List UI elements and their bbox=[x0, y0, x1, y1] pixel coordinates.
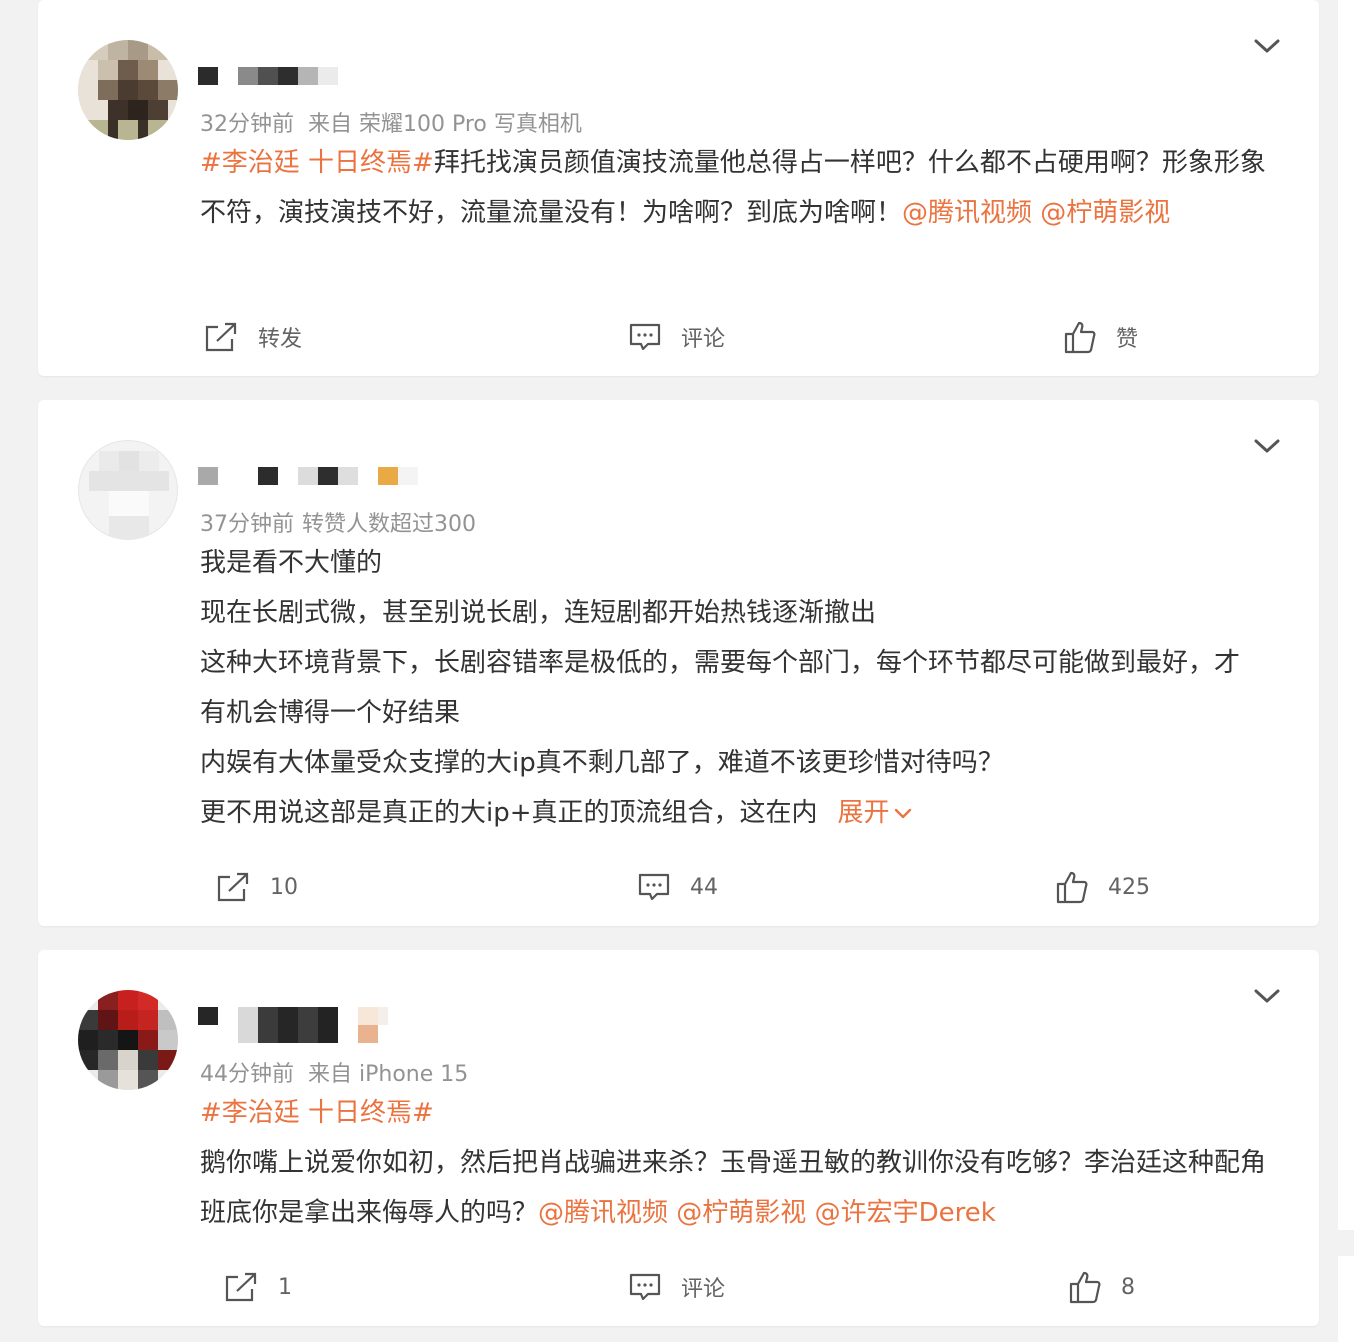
like-icon bbox=[1069, 1271, 1101, 1304]
post-line: 内娱有大体量受众支撑的大ip真不剩几部了，难道不该更珍惜对待吗？ bbox=[200, 748, 1004, 778]
post-source: 来自 荣耀100 Pro 写真相机 bbox=[308, 112, 582, 137]
action-bar: 1 评论 8 bbox=[38, 1267, 1319, 1307]
chevron-down-icon bbox=[894, 808, 911, 819]
comment-icon bbox=[638, 873, 670, 901]
comment-count: 44 bbox=[690, 874, 718, 900]
mention-link[interactable]: @许宏宇Derek bbox=[815, 1198, 996, 1228]
mention-link[interactable]: @腾讯视频 bbox=[902, 198, 1032, 228]
repost-icon bbox=[225, 1272, 257, 1302]
post-line: 现在长剧式微，甚至别说长剧，连短剧都开始热钱逐渐撤出 bbox=[200, 598, 877, 628]
post-time[interactable]: 44分钟前 bbox=[200, 1062, 294, 1087]
post-line-last: 更不用说这部是真正的大ip+真正的顶流组合，这在内 展开 bbox=[200, 788, 1250, 838]
expand-label: 展开 bbox=[837, 798, 890, 828]
repost-label: 转发 bbox=[258, 327, 303, 352]
post-meta: 44分钟前 来自 iPhone 15 bbox=[200, 1056, 482, 1088]
comment-button[interactable]: 44 bbox=[638, 867, 718, 907]
repost-icon bbox=[205, 322, 237, 352]
mention-link[interactable]: @腾讯视频 bbox=[538, 1198, 668, 1228]
post-time[interactable]: 37分钟前 bbox=[200, 512, 294, 537]
chevron-down-icon[interactable] bbox=[1252, 436, 1282, 456]
like-label: 赞 bbox=[1116, 327, 1139, 352]
avatar[interactable] bbox=[78, 990, 178, 1090]
like-button[interactable]: 8 bbox=[1069, 1267, 1135, 1307]
repost-button[interactable]: 1 bbox=[224, 1267, 292, 1307]
repost-icon bbox=[217, 872, 249, 902]
action-bar: 10 44 425 bbox=[38, 867, 1319, 907]
like-button[interactable]: 425 bbox=[1056, 867, 1150, 907]
post-source: 转赞人数超过300 bbox=[302, 512, 476, 537]
post-meta: 37分钟前 转赞人数超过300 bbox=[200, 506, 490, 538]
repost-button[interactable]: 10 bbox=[216, 867, 298, 907]
avatar[interactable] bbox=[78, 40, 178, 140]
repost-button[interactable]: 转发 bbox=[204, 317, 302, 357]
comment-button[interactable]: 评论 bbox=[629, 1267, 725, 1307]
post-line: 这种大环境背景下，长剧容错率是极低的，需要每个部门，每个环节都尽可能做到最好，才… bbox=[200, 648, 1241, 728]
mention-link[interactable]: @柠萌影视 bbox=[676, 1198, 806, 1228]
post-card-2: 37分钟前 转赞人数超过300 我是看不大懂的 现在长剧式微，甚至别说长剧，连短剧… bbox=[38, 400, 1319, 926]
like-count: 425 bbox=[1108, 874, 1150, 900]
post-body: 我是看不大懂的 现在长剧式微，甚至别说长剧，连短剧都开始热钱逐渐撤出 这种大环境… bbox=[200, 538, 1250, 838]
post-line: 更不用说这部是真正的大ip+真正的顶流组合，这在内 bbox=[200, 798, 818, 828]
post-source: 来自 iPhone 15 bbox=[308, 1062, 469, 1087]
action-bar: 转发 评论 赞 bbox=[38, 317, 1319, 357]
post-meta: 32分钟前 来自 荣耀100 Pro 写真相机 bbox=[200, 106, 596, 138]
repost-count: 1 bbox=[278, 1274, 292, 1300]
comment-button[interactable]: 评论 bbox=[629, 317, 725, 357]
post-body: #李治廷 十日终焉# 鹅你嘴上说爱你如初，然后把肖战骗进来杀？玉骨遥丑敏的教训你… bbox=[200, 1088, 1290, 1238]
post-card-1: 32分钟前 来自 荣耀100 Pro 写真相机 #李治廷 十日终焉#拜托找演员颜值… bbox=[38, 0, 1319, 376]
post-line: 我是看不大懂的 bbox=[200, 548, 383, 578]
comment-label: 评论 bbox=[681, 327, 726, 352]
avatar[interactable] bbox=[78, 440, 178, 540]
comment-icon bbox=[629, 1273, 661, 1301]
comment-label: 评论 bbox=[681, 1277, 726, 1302]
like-icon bbox=[1064, 321, 1096, 354]
expand-button[interactable]: 展开 bbox=[838, 798, 913, 828]
post-card-3: 44分钟前 来自 iPhone 15 #李治廷 十日终焉# 鹅你嘴上说爱你如初，然… bbox=[38, 950, 1319, 1326]
like-button[interactable]: 赞 bbox=[1064, 317, 1138, 357]
like-count: 8 bbox=[1121, 1274, 1135, 1300]
adjacent-panel-edge bbox=[1338, 0, 1354, 1342]
chevron-down-icon[interactable] bbox=[1252, 986, 1282, 1006]
comment-icon bbox=[629, 323, 661, 351]
mention-link[interactable]: @柠萌影视 bbox=[1040, 198, 1170, 228]
post-body: #李治廷 十日终焉#拜托找演员颜值演技流量他总得占一样吧？什么都不占硬用啊？形象… bbox=[200, 138, 1290, 238]
topic-link[interactable]: #李治廷 十日终焉# bbox=[200, 148, 434, 178]
post-time[interactable]: 32分钟前 bbox=[200, 112, 294, 137]
like-icon bbox=[1056, 871, 1088, 904]
chevron-down-icon[interactable] bbox=[1252, 36, 1282, 56]
topic-link[interactable]: #李治廷 十日终焉# bbox=[200, 1098, 434, 1128]
repost-count: 10 bbox=[270, 874, 298, 900]
